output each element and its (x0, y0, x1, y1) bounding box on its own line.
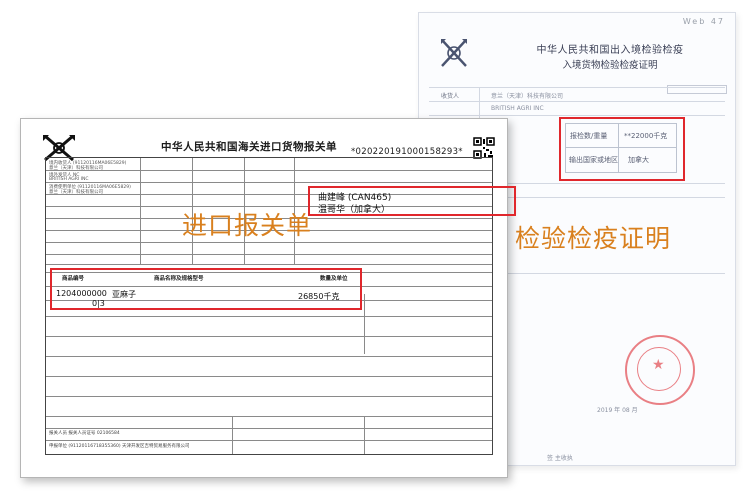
consignee-value: 意兰（天津）科技有限公司 (491, 93, 564, 100)
certificate-title: 中华人民共和国出入境检验检疫 (536, 45, 684, 56)
shipper-value: BRITISH AGRI INC (491, 105, 544, 112)
official-seal: ★ (625, 335, 695, 405)
signature-note: 签 主收执 (547, 455, 573, 462)
consignor-line-2: 温哥华（加拿大） (318, 205, 391, 215)
goods-name-header: 商品名称及规格型号 (154, 276, 204, 282)
declaration-number: *020220191000158293* (351, 147, 463, 157)
declaration-title: 中华人民共和国海关进口货物报关单 (161, 141, 337, 153)
consignee-label: 收货人 (441, 93, 460, 100)
header-row-6: 意兰（天津）科技有限公司 (49, 190, 103, 195)
highlight-box-weight-origin (559, 117, 685, 181)
certificate-subtitle: 入境货物检验检疫证明 (562, 60, 658, 71)
goods-quantity: 26850千克 (298, 292, 340, 301)
declarant-info: 报关人员 报关人员证号 02106584 (49, 431, 120, 436)
certificate-overlay-label: 检验检疫证明 (515, 224, 672, 253)
goods-qty-header: 数量及单位 (320, 276, 348, 282)
declaration-overlay-label: 进口报关单 (182, 211, 313, 240)
customs-emblem-icon (441, 39, 467, 67)
qr-code-icon (473, 137, 495, 159)
issue-date: 2019 年 08 月 (597, 407, 638, 414)
goods-code: 1204000000 (56, 289, 107, 298)
header-row-4: BRITISH AGRI INC (49, 177, 89, 182)
goods-name: 亚麻子 (112, 290, 136, 299)
row-divider (429, 101, 725, 103)
goods-spec: 0|3 (92, 299, 105, 308)
corner-mark: Web 47 (682, 17, 725, 26)
goods-code-header: 商品编号 (62, 276, 85, 282)
row-divider (429, 87, 725, 89)
declaring-unit-info: 申报单位 (91120116718355360) 天津开发区吉特贸易服务有限公司 (49, 444, 190, 449)
declaration-form-grid: 境内收货人 (91120116MA06E5829) 意兰（天津）科技有限公司 境… (45, 157, 516, 455)
header-row-2: 意兰（天津）科技有限公司 (49, 166, 103, 171)
import-customs-declaration: 中华人民共和国海关进口货物报关单 *020220191000158293* 境内… (20, 118, 516, 478)
